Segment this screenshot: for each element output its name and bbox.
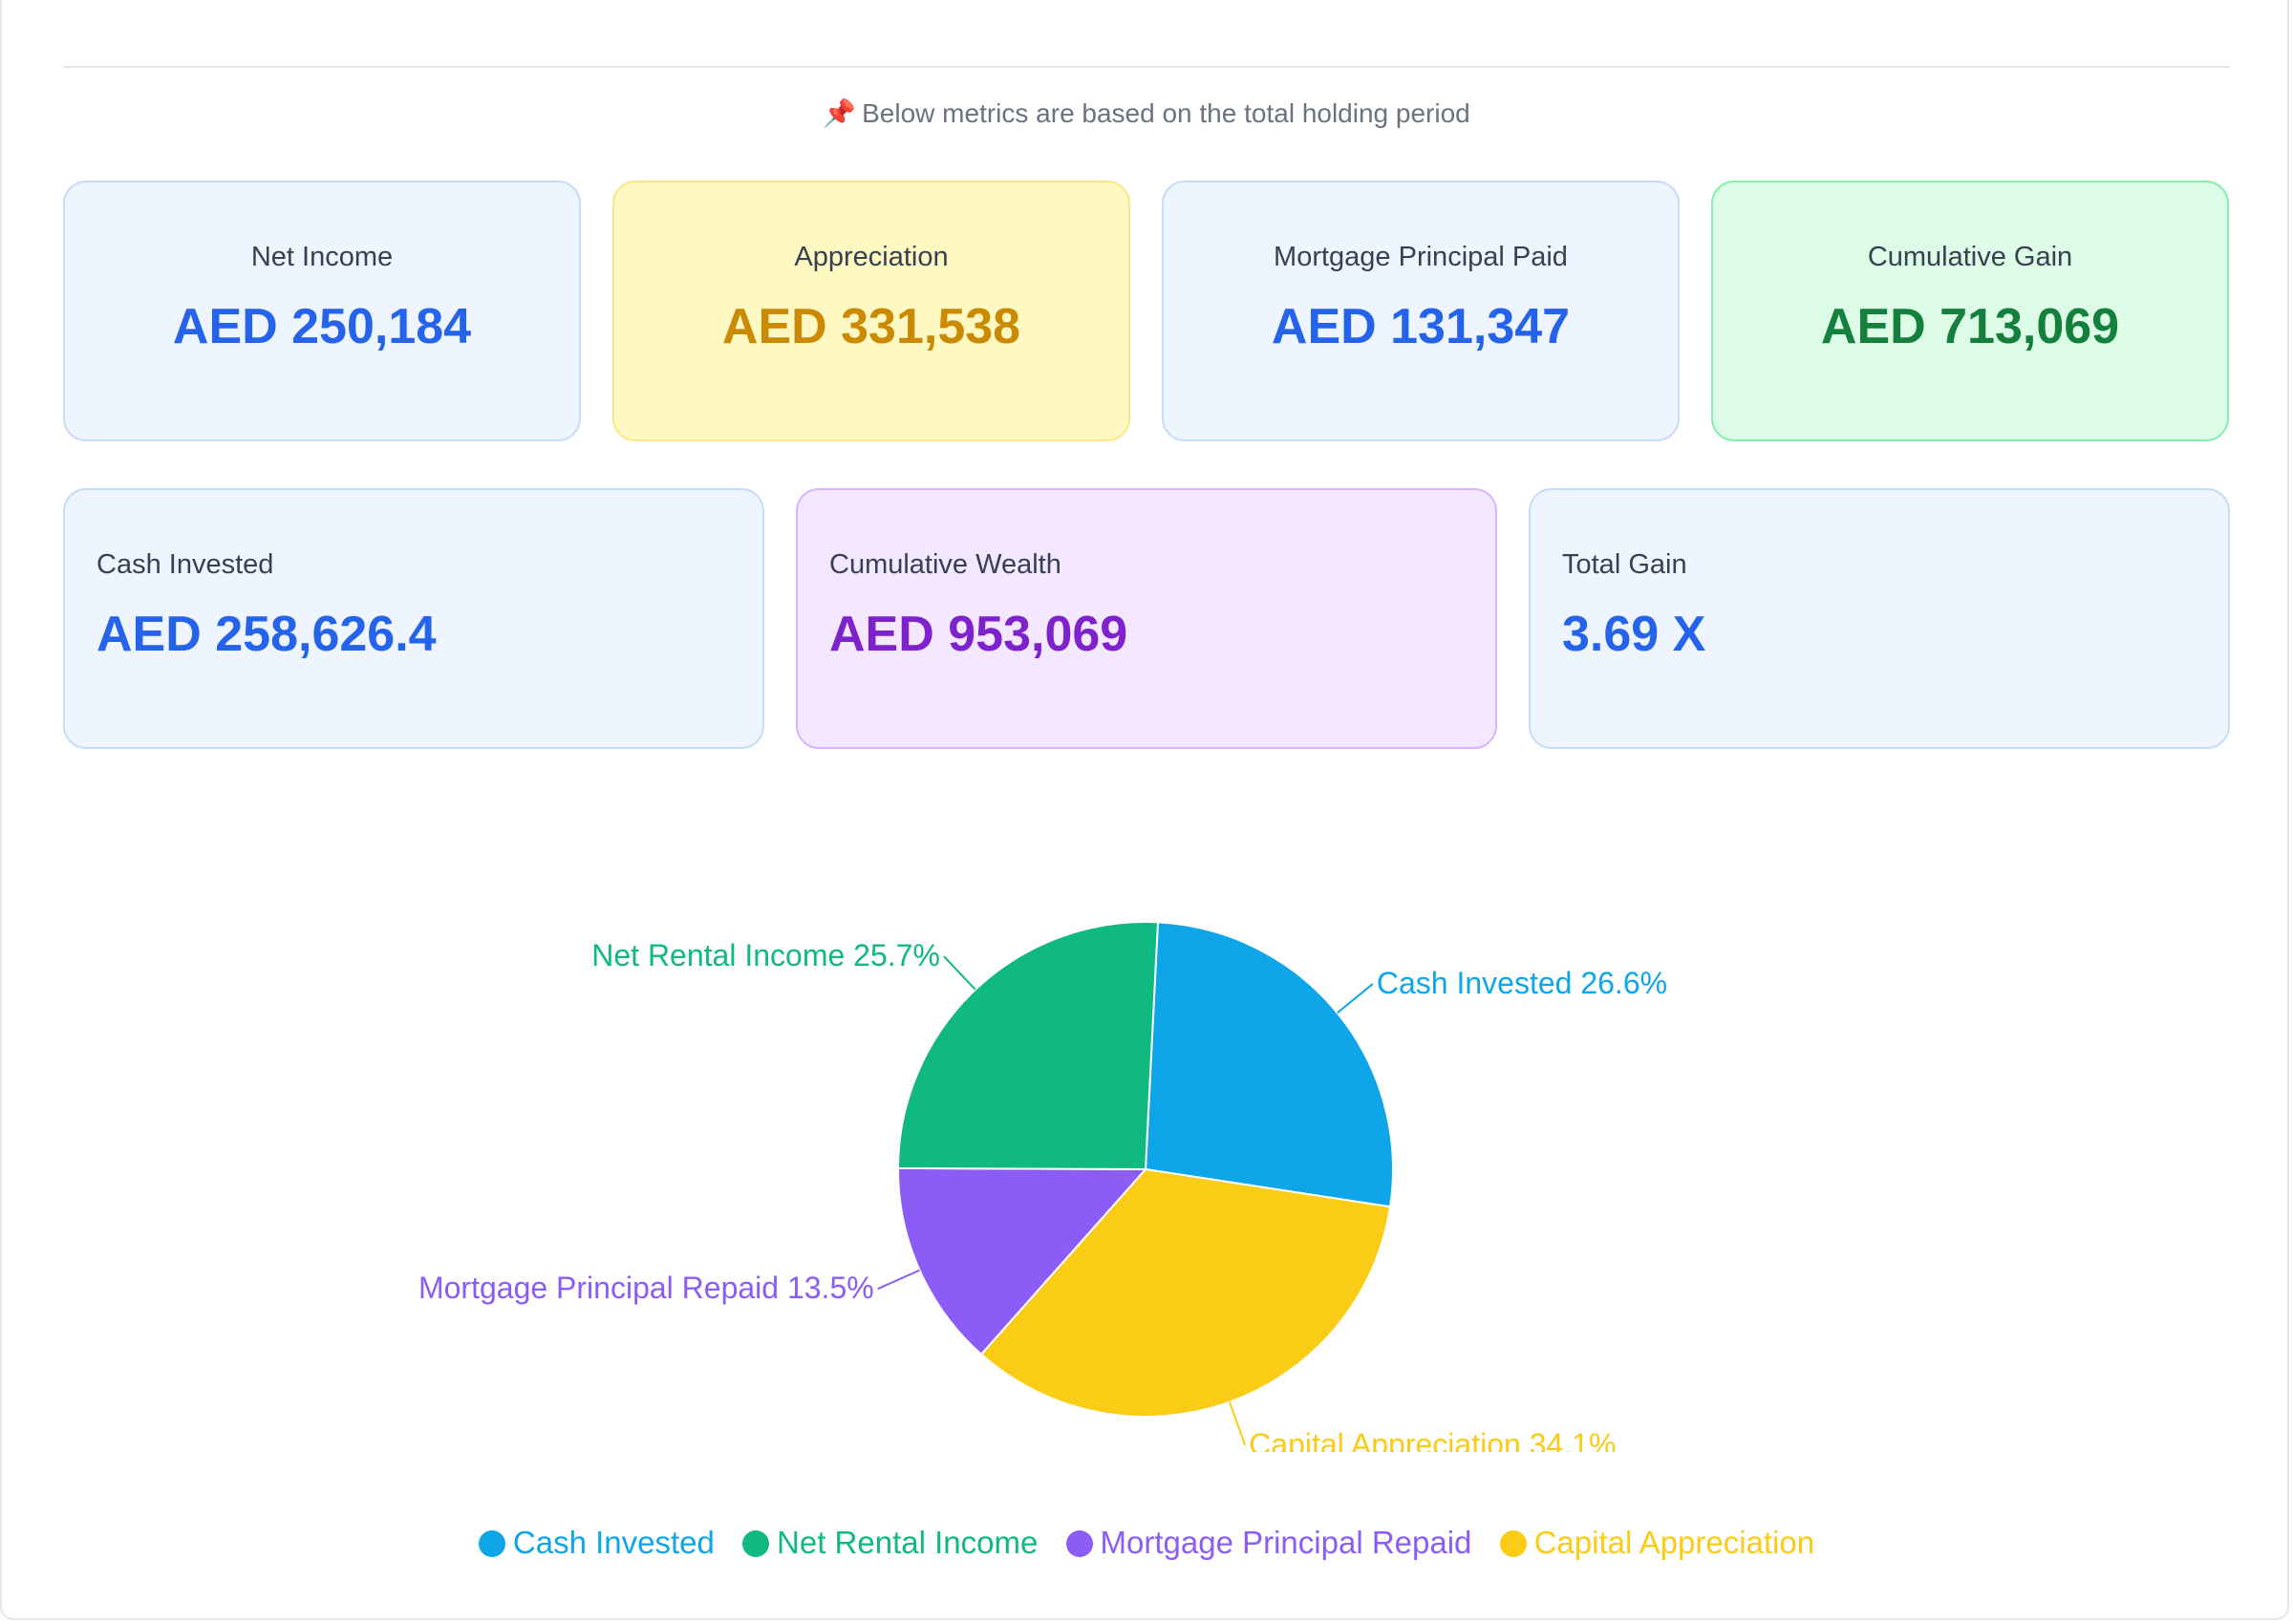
metric-label: Cumulative Gain bbox=[1867, 242, 2073, 272]
metric-value: AED 331,538 bbox=[721, 299, 1021, 354]
pie-label-leader-line bbox=[877, 1269, 920, 1291]
pie-slice-label: Mortgage Principal Repaid 13.5% bbox=[418, 1271, 874, 1305]
cumulative-gain-card: Cumulative Gain AED 713,069 bbox=[1711, 181, 2229, 441]
legend-swatch bbox=[742, 1530, 770, 1557]
metric-label: Appreciation bbox=[794, 242, 949, 272]
metric-value: AED 713,069 bbox=[1820, 299, 2120, 354]
appreciation-card: Appreciation AED 331,538 bbox=[612, 181, 1130, 441]
pie-slice-cash-invested[interactable] bbox=[1144, 921, 1395, 1208]
pie-label-leader-line bbox=[1337, 983, 1374, 1015]
net-income-card: Net Income AED 250,184 bbox=[63, 181, 581, 441]
metric-label: Net Income bbox=[250, 242, 394, 272]
mortgage-principal-paid-card: Mortgage Principal Paid AED 131,347 bbox=[1162, 181, 1680, 441]
legend-item-net-rental-income[interactable]: Net Rental Income bbox=[742, 1525, 1038, 1561]
cash-invested-card: Cash Invested AED 258,626.4 bbox=[63, 488, 764, 749]
legend-label: Mortgage Principal Repaid bbox=[1100, 1525, 1472, 1560]
legend-label: Cash Invested bbox=[512, 1525, 715, 1560]
legend-item-cash-invested[interactable]: Cash Invested bbox=[478, 1525, 715, 1561]
metric-label: Cash Invested bbox=[96, 549, 274, 580]
pie-slice-label: Capital Appreciation 34.1% bbox=[1249, 1427, 1616, 1452]
metric-label: Cumulative Wealth bbox=[829, 549, 1061, 580]
pie-label-leader-line bbox=[1228, 1401, 1247, 1446]
total-gain-card: Total Gain 3.69 X bbox=[1529, 488, 2230, 749]
legend-label: Net Rental Income bbox=[777, 1525, 1039, 1560]
note-text: Below metrics are based on the total hol… bbox=[862, 98, 1470, 128]
pushpin-icon: 📌 bbox=[823, 98, 857, 128]
legend-item-capital-appreciation[interactable]: Capital Appreciation bbox=[1499, 1525, 1815, 1561]
legend-label: Capital Appreciation bbox=[1533, 1525, 1815, 1560]
divider bbox=[63, 66, 2230, 68]
metric-value: AED 953,069 bbox=[829, 607, 1128, 662]
legend-swatch bbox=[478, 1530, 505, 1557]
legend-swatch bbox=[1065, 1530, 1093, 1557]
pie-label-leader-line bbox=[943, 955, 976, 991]
metric-value: AED 131,347 bbox=[1271, 299, 1571, 354]
metric-label: Total Gain bbox=[1562, 549, 1687, 580]
metric-value: 3.69 X bbox=[1562, 607, 1706, 662]
pie-slice-label: Cash Invested 26.6% bbox=[1377, 966, 1667, 1000]
holding-period-note: 📌 Below metrics are based on the total ho… bbox=[0, 97, 2293, 129]
metric-value: AED 250,184 bbox=[172, 299, 472, 354]
cumulative-wealth-card: Cumulative Wealth AED 953,069 bbox=[796, 488, 1497, 749]
metric-label: Mortgage Principal Paid bbox=[1274, 242, 1568, 272]
metric-value: AED 258,626.4 bbox=[96, 607, 437, 662]
wealth-composition-pie-chart: Cash Invested 26.6% Capital Appreciation … bbox=[418, 921, 1667, 1452]
chart-legend: Cash Invested Net Rental Income Mortgage… bbox=[0, 1525, 2293, 1561]
pie-slice-label: Net Rental Income 25.7% bbox=[591, 938, 940, 972]
legend-item-mortgage-principal-repaid[interactable]: Mortgage Principal Repaid bbox=[1065, 1525, 1472, 1561]
legend-swatch bbox=[1499, 1530, 1527, 1557]
